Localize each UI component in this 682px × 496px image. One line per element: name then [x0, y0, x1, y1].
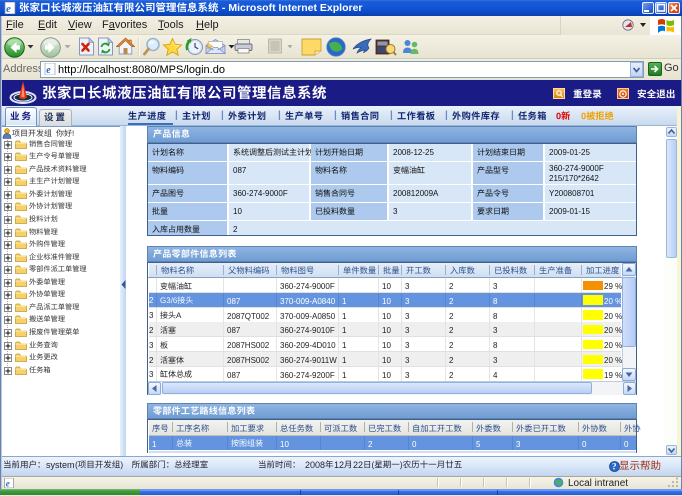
svg-text:e: e	[6, 478, 10, 488]
svg-text:e: e	[46, 65, 51, 75]
svg-text:e: e	[6, 3, 11, 14]
svg-text:?: ?	[612, 462, 617, 472]
